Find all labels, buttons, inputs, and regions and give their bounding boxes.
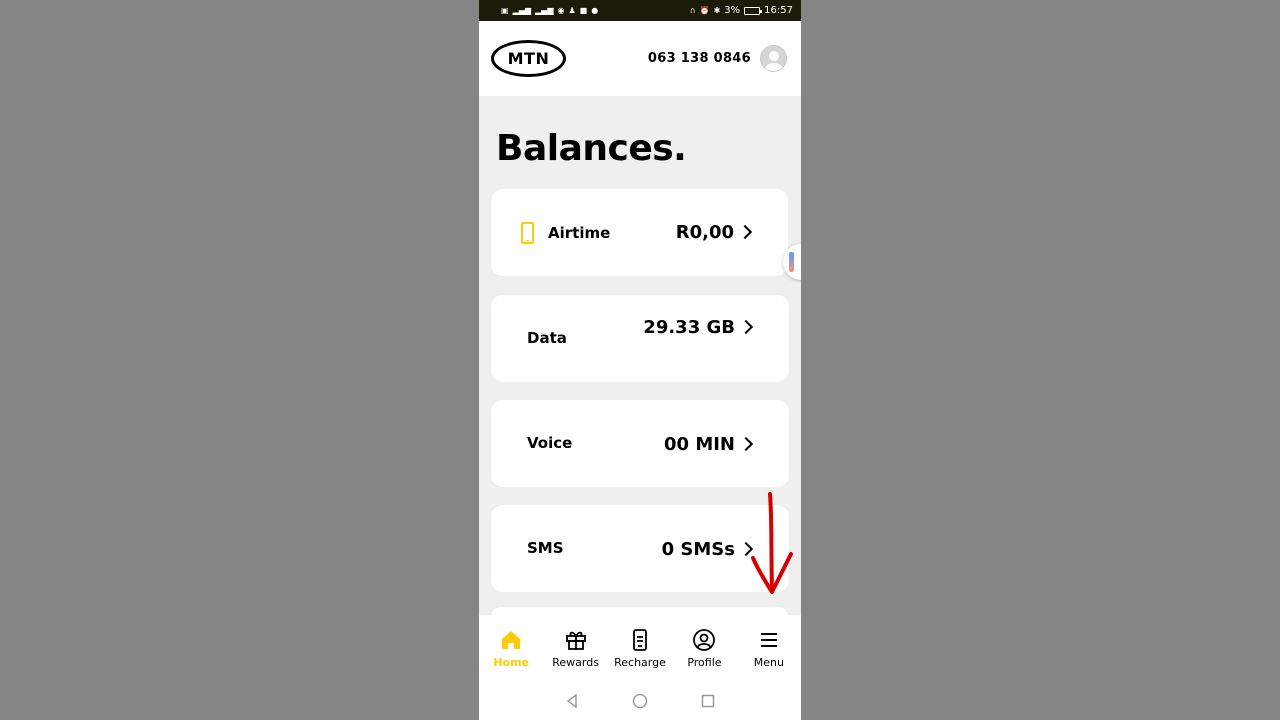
recharge-phone-icon [627, 627, 653, 653]
chevron-right-icon [737, 224, 753, 240]
nav-rewards[interactable]: Rewards [543, 615, 607, 682]
airtime-value: R0,00 [675, 222, 734, 243]
sim-icon: ▣ [501, 5, 509, 15]
profile-icon [691, 627, 717, 653]
nav-label: Home [493, 656, 530, 669]
hamburger-menu-icon [756, 627, 782, 653]
avatar[interactable] [760, 45, 787, 72]
video-icon: ■ [579, 5, 588, 15]
alarm-icon: ⏰ [699, 5, 710, 15]
nav-home[interactable]: Home [479, 615, 543, 682]
voice-balance-card[interactable]: Voice 00 MIN [491, 400, 789, 487]
airtime-label: Airtime [548, 224, 611, 242]
headphones-icon: ∩ [689, 5, 696, 15]
phone-number: 063 138 0846 [647, 51, 751, 66]
data-label: Data [527, 329, 567, 347]
nav-label: Recharge [614, 656, 666, 669]
mtn-logo[interactable]: MTN [491, 40, 566, 77]
nav-menu[interactable]: Menu [737, 615, 801, 682]
status-bar: ▣ ▂▄▆ ▂▄▆ ◉ ♟ ■ ● ∩ ⏰ ✱ 3% 16:57 [479, 0, 801, 21]
nav-label: Menu [753, 656, 784, 669]
chevron-right-icon [738, 436, 754, 452]
phone-outline-icon [521, 222, 534, 244]
data-value: 29.33 GB [643, 317, 735, 338]
system-navigation-bar [479, 682, 801, 720]
home-icon [498, 627, 524, 653]
bottom-navigation: Home Rewards Recharge Profile Menu [479, 615, 801, 682]
logo-text: MTN [507, 49, 550, 68]
nav-label: Rewards [552, 656, 599, 669]
sms-value: 0 SMSs [661, 539, 735, 560]
nav-profile[interactable]: Profile [672, 615, 736, 682]
notification-icon: ♟ [568, 5, 576, 15]
status-icons-left: ▣ ▂▄▆ ▂▄▆ ◉ ♟ ■ ● [501, 5, 599, 15]
gift-icon [563, 627, 589, 653]
app-header: MTN 063 138 0846 [479, 21, 801, 96]
data-balance-card[interactable]: Data 29.33 GB [491, 295, 789, 382]
home-circle-icon[interactable] [632, 693, 648, 709]
bluetooth-icon: ✱ [713, 5, 721, 15]
signal-icon: ▂▄▆ [535, 5, 554, 15]
nav-recharge[interactable]: Recharge [608, 615, 672, 682]
voice-value: 00 MIN [664, 434, 735, 455]
chat-icon: ● [591, 5, 599, 15]
red-arrow-annotation [751, 492, 793, 594]
voice-label: Voice [527, 434, 573, 452]
battery-icon [744, 6, 763, 15]
wifi-icon: ◉ [557, 5, 565, 15]
recents-square-icon[interactable] [700, 693, 716, 709]
clock: 16:57 [764, 5, 793, 16]
status-icons-right: ∩ ⏰ ✱ 3% 16:57 [690, 5, 793, 16]
battery-percent: 3% [724, 5, 741, 16]
phone-screen: ▣ ▂▄▆ ▂▄▆ ◉ ♟ ■ ● ∩ ⏰ ✱ 3% 16:57 MTN 063… [479, 0, 801, 720]
chevron-right-icon [738, 319, 754, 335]
page-title: Balances. [496, 128, 687, 169]
sms-label: SMS [527, 539, 564, 557]
nav-label: Profile [687, 656, 722, 669]
back-icon[interactable] [564, 693, 580, 709]
signal-icon: ▂▄▆ [512, 5, 532, 15]
airtime-balance-card[interactable]: Airtime R0,00 [491, 189, 788, 276]
